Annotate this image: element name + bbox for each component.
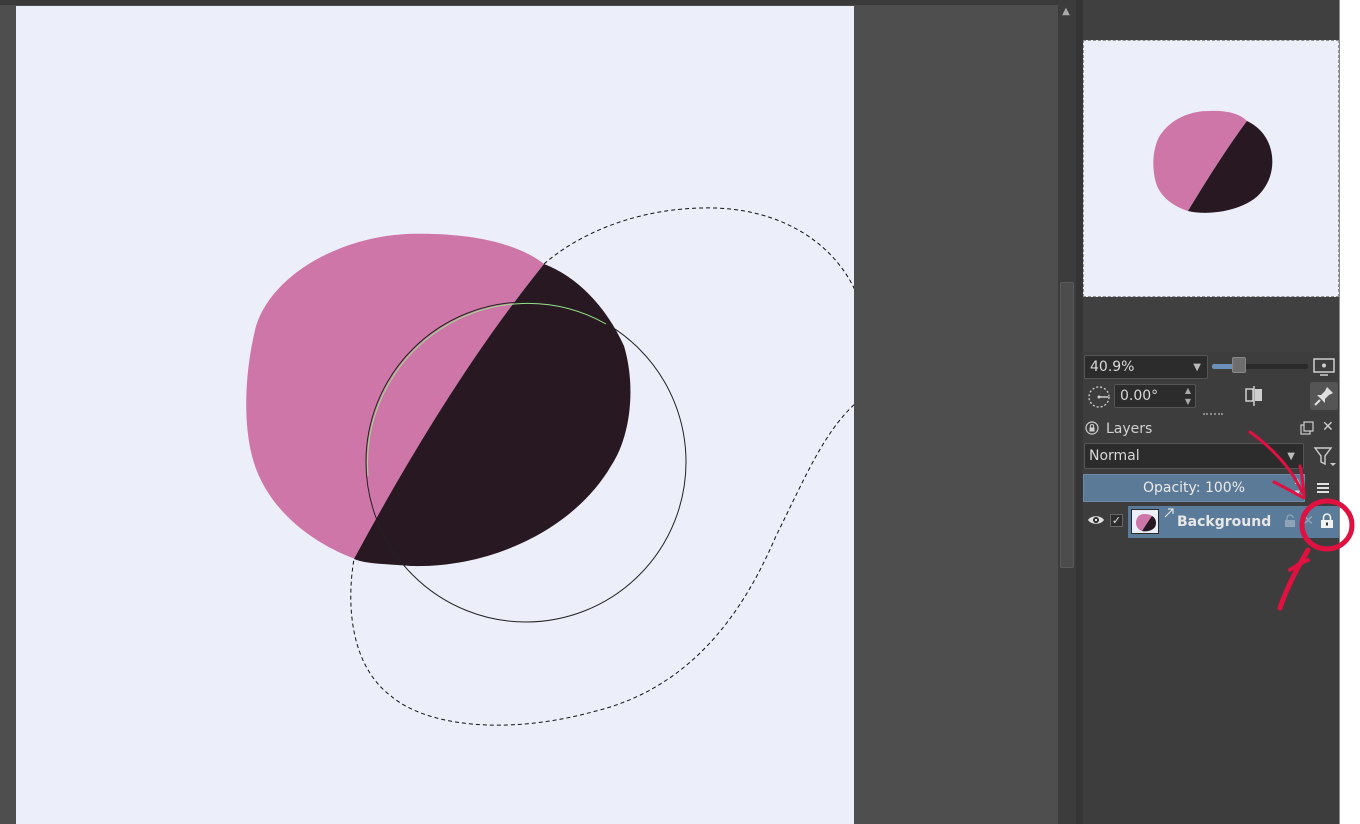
- canvas-document[interactable]: [16, 6, 854, 824]
- opacity-spinner[interactable]: ▲ ▼: [1290, 475, 1305, 501]
- layer-thumbnail: [1131, 509, 1159, 534]
- layer-name[interactable]: Background: [1177, 514, 1271, 530]
- canvas-drawing[interactable]: [16, 6, 854, 824]
- overview-thumbnail[interactable]: [1083, 40, 1339, 297]
- chevron-down-icon: ▼: [1287, 451, 1295, 462]
- menu-icon[interactable]: [1312, 478, 1334, 498]
- layer-link-icon: [1163, 507, 1175, 519]
- zoom-level-select[interactable]: 40.9% ▼: [1084, 355, 1208, 379]
- opacity-label: Opacity: 100%: [1142, 480, 1246, 496]
- filter-icon[interactable]: [1312, 444, 1338, 470]
- eye-icon[interactable]: [1087, 513, 1105, 527]
- window-right-edge: [1339, 0, 1360, 824]
- mirror-icon[interactable]: [1242, 384, 1266, 408]
- lock-icon[interactable]: [1085, 421, 1099, 435]
- zoom-slider-handle[interactable]: [1232, 357, 1246, 373]
- overview-preview: [1153, 110, 1273, 213]
- panel-divider[interactable]: [1076, 0, 1083, 824]
- canvas-top-border: [0, 0, 1058, 5]
- layer-lock-icon[interactable]: [1318, 512, 1336, 530]
- blend-mode-value: Normal: [1089, 448, 1140, 464]
- opacity-slider[interactable]: Opacity: 100%: [1083, 474, 1305, 502]
- pin-icon[interactable]: [1310, 382, 1338, 410]
- layer-checkbox[interactable]: ✓: [1110, 514, 1123, 527]
- close-icon[interactable]: ✕: [1322, 419, 1334, 435]
- scroll-up-arrow-icon[interactable]: ▲: [1058, 4, 1074, 20]
- rotation-spinner[interactable]: ▲ ▼: [1181, 385, 1195, 407]
- scrollbar-thumb[interactable]: [1060, 282, 1074, 568]
- alpha-lock-icon[interactable]: [1283, 514, 1297, 528]
- chevron-down-icon: ▼: [1193, 362, 1201, 373]
- layers-panel-title: Layers: [1106, 421, 1153, 437]
- inherit-alpha-icon[interactable]: [1300, 513, 1314, 527]
- blend-mode-select[interactable]: Normal ▼: [1084, 443, 1304, 469]
- zoom-slider[interactable]: [1212, 364, 1308, 369]
- float-icon[interactable]: [1300, 421, 1314, 435]
- rotation-value: 0.00°: [1120, 388, 1159, 404]
- zoom-level-value: 40.9%: [1090, 359, 1135, 375]
- rotate-icon[interactable]: [1086, 384, 1112, 410]
- docker-resize-grip[interactable]: [1203, 413, 1223, 417]
- fit-canvas-icon[interactable]: [1312, 357, 1336, 377]
